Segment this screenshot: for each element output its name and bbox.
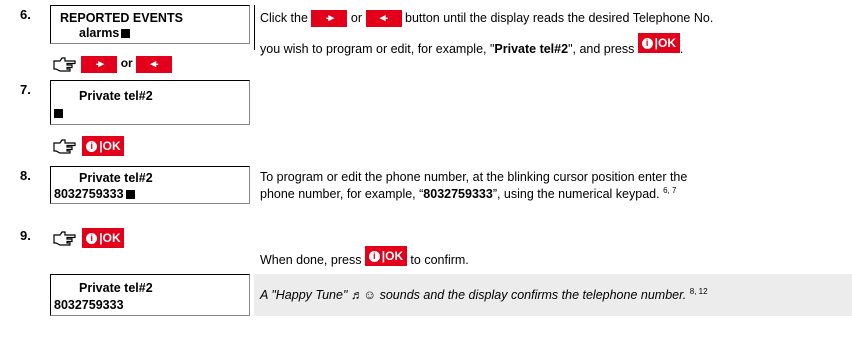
lcd-line2-wrap: 8032759333 <box>54 187 135 201</box>
example-label: Private tel#2 <box>494 42 569 56</box>
prev-key-icon: ◂- <box>365 10 402 27</box>
lcd-line1: REPORTED EVENTS <box>60 11 183 25</box>
step-number-9: 9. <box>20 228 31 243</box>
step-number-7: 7. <box>20 82 31 97</box>
ok-label: |OK <box>654 36 677 50</box>
pointing-hand-icon <box>53 57 76 72</box>
lcd-line2: 8032759333 <box>54 298 124 312</box>
text: ", and press <box>568 42 635 56</box>
ok-label: |OK <box>99 231 121 245</box>
ok-key-icon: i |OK <box>364 246 407 266</box>
lcd-display-step9: Private tel#2 8032759333 <box>50 274 250 316</box>
lcd-display-step6: REPORTED EVENTS alarms <box>50 5 250 44</box>
step6-instruction-line1: Click the -▸ or ◂- button until the disp… <box>260 10 713 27</box>
success-note: A "Happy Tune" ♬☺ sounds and the display… <box>260 287 708 302</box>
info-icon: i <box>86 141 98 152</box>
divider <box>254 5 255 50</box>
lcd-display-step7: Private tel#2 <box>50 80 250 125</box>
ok-key-icon: i |OK <box>82 228 125 248</box>
lcd-line2: 8032759333 <box>54 187 124 201</box>
step6-key-hint: -▸ or ◂- <box>52 55 173 73</box>
pointing-hand-icon <box>53 139 76 154</box>
ok-label: |OK <box>381 249 404 263</box>
lcd-line1: Private tel#2 <box>79 89 153 103</box>
cursor-block-icon <box>121 29 131 39</box>
lcd-line2-wrap <box>54 106 63 120</box>
text: button until the display reads the desir… <box>405 10 714 25</box>
text: . <box>679 42 684 56</box>
text: to confirm. <box>410 253 469 267</box>
lcd-line1: Private tel#2 <box>79 281 153 295</box>
step-number-8: 8. <box>20 168 31 183</box>
step6-instruction-line2: you wish to program or edit, for example… <box>260 33 683 56</box>
info-icon: i <box>368 251 380 262</box>
step-number-6: 6. <box>20 7 31 22</box>
step8-instruction-line1: To program or edit the phone number, at … <box>260 170 688 184</box>
lcd-line2: alarms <box>79 26 120 40</box>
lcd-display-step8: Private tel#2 8032759333 <box>50 166 250 204</box>
text: or <box>120 56 133 71</box>
text: phone number, for example, “ <box>260 187 424 202</box>
step8-instruction-line2: phone number, for example, “8032759333”,… <box>260 186 676 201</box>
example-number: 8032759333 <box>423 187 493 202</box>
info-icon: i <box>641 38 653 49</box>
text: ”, using the numerical keypad. <box>492 187 660 202</box>
ok-key-icon: i |OK <box>82 136 125 156</box>
next-key-icon: -▸ <box>311 10 348 27</box>
text: or <box>350 10 363 25</box>
text: you wish to program or edit, for example… <box>260 42 495 56</box>
footnote-ref: 8, 12 <box>689 287 708 296</box>
text: Click the <box>260 10 308 25</box>
cursor-block-icon <box>54 109 63 119</box>
note-box: A "Happy Tune" ♬☺ sounds and the display… <box>254 274 852 316</box>
ok-label: |OK <box>99 139 121 153</box>
text: When done, press <box>260 253 362 267</box>
next-key-icon: -▸ <box>81 55 118 73</box>
pointing-hand-icon <box>53 231 76 246</box>
lcd-line2-wrap: alarms <box>79 26 131 40</box>
footnote-ref: 6, 7 <box>663 186 677 195</box>
cursor-block-icon <box>125 190 135 200</box>
lcd-line1: Private tel#2 <box>79 171 153 185</box>
ok-key-icon: i |OK <box>637 33 680 53</box>
prev-key-icon: ◂- <box>136 55 173 73</box>
info-icon: i <box>86 233 98 244</box>
step9-key-hint: i |OK <box>52 228 125 248</box>
step7-key-hint: i |OK <box>52 136 125 156</box>
note-text: A "Happy Tune" ♬☺ sounds and the display… <box>260 288 687 303</box>
step9-instruction: When done, press i |OK to confirm. <box>260 246 469 267</box>
